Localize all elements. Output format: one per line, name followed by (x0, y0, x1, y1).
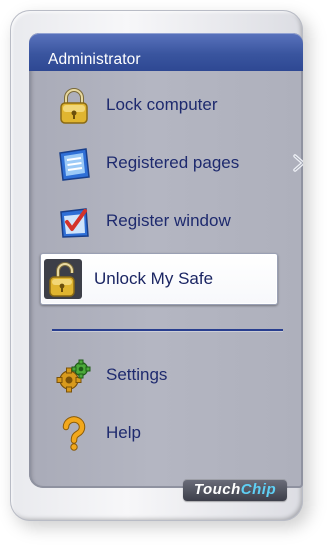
menu-item-unlock-my-safe[interactable]: Unlock My Safe (40, 253, 278, 305)
menu-panel: Administrator Lock computer Registered p… (10, 10, 303, 521)
header-title: Administrator (48, 51, 141, 68)
menu-item-label: Registered pages (106, 153, 240, 172)
menu-item-registered-pages[interactable]: Registered pages (41, 137, 303, 189)
notepad-icon (55, 145, 93, 183)
window-check-icon (55, 203, 93, 241)
touchchip-logo: TouchChip (183, 479, 287, 501)
menu-item-help[interactable]: Help (41, 407, 296, 459)
logo-text-chip: Chip (240, 481, 277, 498)
chevron-right-icon (292, 154, 303, 172)
logo-text-touch: Touch (193, 481, 241, 498)
menu-divider (52, 329, 283, 331)
menu-item-lock-computer[interactable]: Lock computer (41, 79, 296, 131)
menu-inner: Administrator Lock computer Registered p… (29, 33, 303, 488)
menu-header: Administrator (29, 33, 303, 71)
open-padlock-icon (44, 259, 82, 299)
menu-item-label: Unlock My Safe (94, 269, 214, 288)
gears-icon (55, 357, 93, 395)
menu-item-label: Settings (106, 365, 168, 384)
menu-item-label: Help (106, 423, 141, 442)
menu-item-settings[interactable]: Settings (41, 349, 296, 401)
padlock-icon (55, 87, 93, 125)
menu-item-label: Register window (106, 211, 231, 230)
menu-item-label: Lock computer (106, 95, 218, 114)
question-mark-icon (55, 415, 93, 453)
menu-item-register-window[interactable]: Register window (41, 195, 296, 247)
